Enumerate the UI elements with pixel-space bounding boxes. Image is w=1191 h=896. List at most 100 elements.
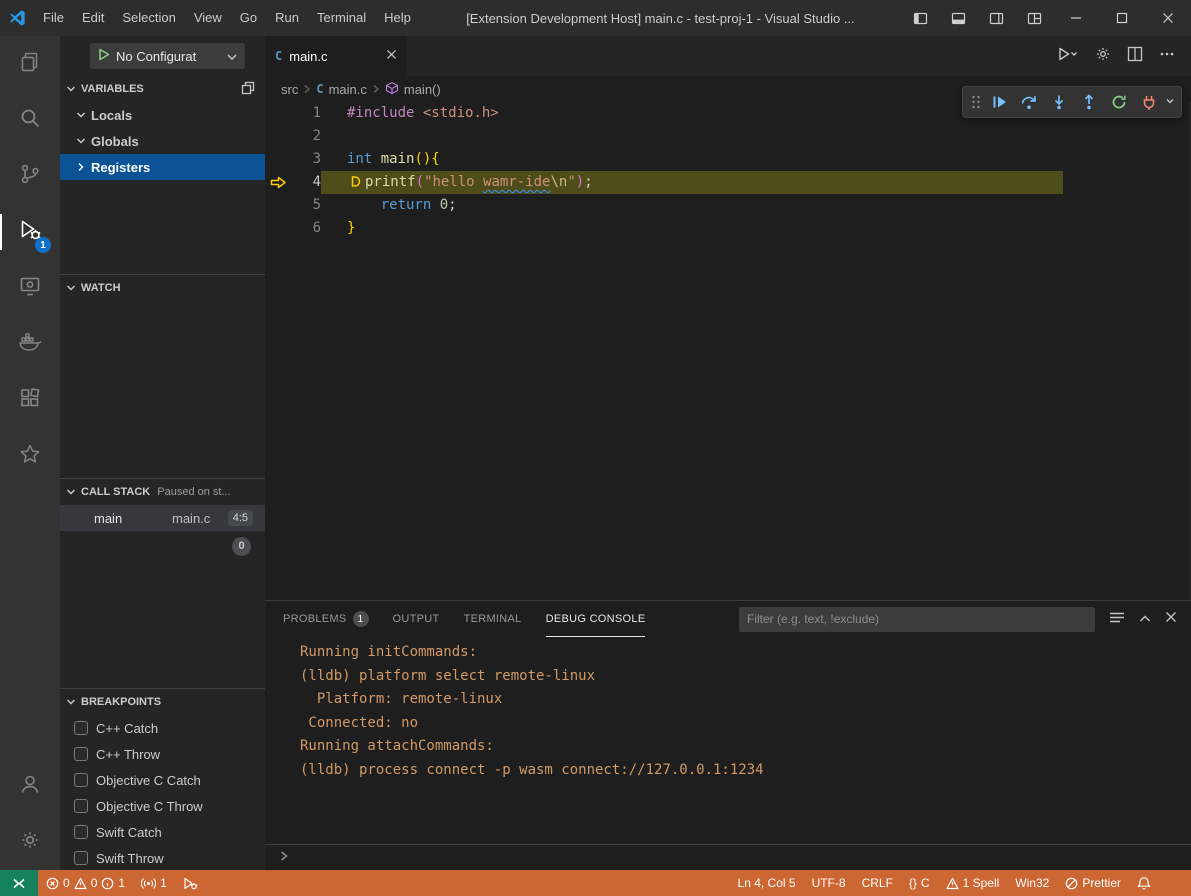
debug-status-icon[interactable] (175, 870, 206, 896)
drag-handle-icon[interactable] (969, 94, 983, 110)
customize-layout-icon[interactable] (1015, 0, 1053, 36)
breadcrumb-folder[interactable]: src (281, 82, 298, 97)
breakpoint-item[interactable]: Swift Catch (60, 819, 265, 845)
more-actions-icon[interactable] (1159, 46, 1175, 67)
close-panel-icon[interactable] (1165, 610, 1177, 628)
menu-terminal[interactable]: Terminal (308, 0, 375, 36)
continue-button[interactable] (985, 89, 1013, 115)
activity-run-debug[interactable]: 1 (0, 204, 60, 260)
checkbox[interactable] (74, 747, 88, 761)
call-stack-header[interactable]: CALL STACK Paused on st... (60, 479, 265, 505)
breakpoint-item[interactable]: Objective C Throw (60, 793, 265, 819)
console-line: Running initCommands: (300, 641, 1191, 665)
split-editor-icon[interactable] (1127, 46, 1143, 67)
debug-config-dropdown[interactable]: No Configurat (90, 43, 245, 69)
problems-status[interactable]: 0 0 1 (38, 870, 133, 896)
code-line[interactable]: 6 } (265, 217, 1190, 240)
breakpoints-header[interactable]: BREAKPOINTS (60, 689, 265, 715)
gutter[interactable] (265, 194, 291, 217)
code-editor[interactable]: 1 #include <stdio.h> 2 3 int main(){ 4 p… (265, 102, 1191, 600)
watch-header[interactable]: WATCH (60, 275, 265, 301)
cursor-position[interactable]: Ln 4, Col 5 (730, 870, 804, 896)
debug-console-input[interactable] (265, 844, 1191, 870)
platform-indicator[interactable]: Win32 (1007, 870, 1057, 896)
formatter-status[interactable]: Prettier (1057, 870, 1129, 896)
menu-run[interactable]: Run (266, 0, 308, 36)
activity-extensions[interactable] (0, 372, 60, 428)
spell-checker-status[interactable]: 1 Spell (938, 870, 1008, 896)
code-line[interactable]: 3 int main(){ (265, 148, 1190, 171)
settings-gear-icon[interactable] (1095, 46, 1111, 67)
activity-remote-explorer[interactable] (0, 260, 60, 316)
checkbox[interactable] (74, 851, 88, 865)
start-debugging-icon[interactable] (98, 48, 110, 64)
menu-go[interactable]: Go (231, 0, 266, 36)
tab-problems[interactable]: PROBLEMS1 (283, 601, 369, 637)
eol-indicator[interactable]: CRLF (854, 870, 901, 896)
breakpoint-item[interactable]: Objective C Catch (60, 767, 265, 793)
gutter[interactable] (265, 125, 291, 148)
language-mode[interactable]: {}C (901, 870, 938, 896)
ports-indicator[interactable]: 1 (133, 870, 175, 896)
toggle-secondary-sidebar-icon[interactable] (977, 0, 1015, 36)
debug-more-chevron-icon[interactable] (1165, 94, 1175, 110)
maximize-panel-icon[interactable] (1139, 610, 1151, 628)
activity-accounts[interactable] (0, 758, 60, 814)
scope-registers[interactable]: Registers (60, 154, 265, 180)
step-out-button[interactable] (1075, 89, 1103, 115)
menu-selection[interactable]: Selection (113, 0, 184, 36)
current-code-line[interactable]: 4 printf("hello wamr-ide\n"); (265, 171, 1190, 194)
scope-globals[interactable]: Globals (60, 128, 265, 154)
activity-wamr-ide[interactable] (0, 428, 60, 484)
breadcrumb-file[interactable]: main.c (329, 82, 367, 97)
activity-explorer[interactable] (0, 36, 60, 92)
inline-breakpoint-icon[interactable] (349, 173, 361, 196)
console-lines-icon[interactable] (1109, 610, 1125, 629)
activity-docker[interactable] (0, 316, 60, 372)
breakpoint-item[interactable]: C++ Catch (60, 715, 265, 741)
tab-terminal[interactable]: TERMINAL (464, 601, 522, 637)
activity-source-control[interactable] (0, 148, 60, 204)
toggle-sidebar-icon[interactable] (901, 0, 939, 36)
disconnect-button[interactable] (1135, 89, 1163, 115)
remote-indicator[interactable] (0, 870, 38, 896)
tab-debug-console[interactable]: DEBUG CONSOLE (546, 601, 646, 637)
stack-frame-row[interactable]: main main.c 4:5 (60, 505, 265, 531)
variables-header[interactable]: VARIABLES (60, 76, 265, 102)
tab-output[interactable]: OUTPUT (393, 601, 440, 637)
activity-search[interactable] (0, 92, 60, 148)
menu-edit[interactable]: Edit (73, 0, 113, 36)
checkbox[interactable] (74, 773, 88, 787)
minimize-button[interactable] (1053, 0, 1099, 36)
encoding-indicator[interactable]: UTF-8 (804, 870, 854, 896)
gutter[interactable] (265, 102, 291, 125)
restart-button[interactable] (1105, 89, 1133, 115)
close-window-button[interactable] (1145, 0, 1191, 36)
code-line[interactable]: 2 (265, 125, 1190, 148)
notifications-bell-icon[interactable] (1129, 870, 1159, 896)
breakpoint-item[interactable]: C++ Throw (60, 741, 265, 767)
checkbox[interactable] (74, 825, 88, 839)
gutter[interactable] (265, 148, 291, 171)
checkbox[interactable] (74, 799, 88, 813)
breadcrumb-symbol[interactable]: main() (404, 82, 441, 97)
gutter[interactable] (265, 217, 291, 240)
menu-view[interactable]: View (185, 0, 231, 36)
tab-main-c[interactable]: C main.c (265, 36, 407, 76)
step-over-button[interactable] (1015, 89, 1043, 115)
code-line[interactable]: 5 return 0; (265, 194, 1190, 217)
menu-file[interactable]: File (34, 0, 73, 36)
activity-settings[interactable] (0, 814, 60, 870)
current-statement-arrow-icon[interactable] (265, 171, 291, 194)
console-filter-input[interactable] (739, 607, 1095, 632)
checkbox[interactable] (74, 721, 88, 735)
toggle-panel-icon[interactable] (939, 0, 977, 36)
close-tab-icon[interactable] (386, 47, 397, 65)
collapse-all-icon[interactable] (241, 81, 255, 98)
breakpoint-item[interactable]: Swift Throw (60, 845, 265, 871)
step-into-button[interactable] (1045, 89, 1073, 115)
run-file-icon[interactable] (1057, 46, 1079, 67)
menu-help[interactable]: Help (375, 0, 420, 36)
maximize-button[interactable] (1099, 0, 1145, 36)
scope-locals[interactable]: Locals (60, 102, 265, 128)
